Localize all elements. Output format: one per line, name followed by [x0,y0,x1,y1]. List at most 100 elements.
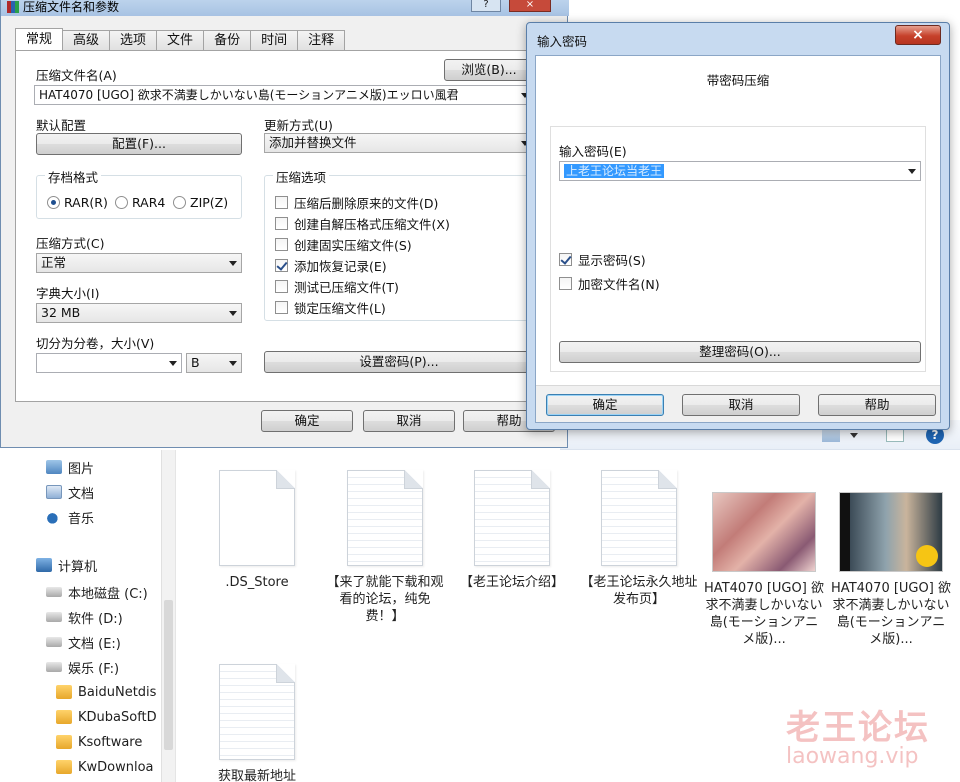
password-dialog-close-button[interactable]: × [895,25,941,45]
checkbox-checked[interactable] [275,258,288,272]
profiles-button[interactable]: 配置(F)... [36,133,242,155]
compression-method-select[interactable]: 正常 [36,253,242,273]
checkbox-unchecked[interactable] [275,300,288,314]
format-rar4-radio[interactable]: RAR4 [115,194,165,210]
file-item[interactable]: 获取最新地址 [197,664,317,782]
lock-archive-checkbox[interactable]: 锁定压缩文件(L) [275,299,386,316]
nav-item-drive-d[interactable]: 软件 (D:) [46,606,123,628]
nav-item-music[interactable]: 音乐 [46,506,94,528]
format-zip-radio[interactable]: ZIP(Z) [173,194,228,210]
preview-pane-icon[interactable] [886,428,904,442]
dictionary-size-select[interactable]: 32 MB [36,303,242,323]
recovery-record-checkbox[interactable]: 添加恢复记录(E) [275,257,387,274]
text-file-icon [347,470,423,566]
chevron-down-icon[interactable] [908,169,916,174]
split-unit-select[interactable]: B [186,353,242,373]
watermark-url: laowang.vip [786,744,919,769]
solid-archive-checkbox[interactable]: 创建固实压缩文件(S) [275,236,412,253]
tab-comment[interactable]: 注释 [297,30,346,50]
radio-selected[interactable] [47,195,60,209]
cancel-button[interactable]: 取消 [363,410,455,432]
text-file-icon [474,470,550,566]
file-item[interactable]: .DS_Store [197,470,317,591]
view-options-icon[interactable] [822,428,840,442]
radio-unselected[interactable] [115,195,128,209]
password-cancel-button[interactable]: 取消 [682,394,800,416]
chevron-down-icon [229,311,237,316]
nav-item-folder[interactable]: BaiduNetdis [56,681,162,703]
titlebar-close-button[interactable]: × [509,0,551,12]
blank-file-icon [219,470,295,566]
checkbox-checked[interactable] [559,252,572,266]
dialog-titlebar[interactable]: 压缩文件名和参数 ? × [1,0,569,16]
file-item[interactable]: HAT4070 [UGO] 欲求不満妻しかいない島(モーションアニメ版)... [704,492,824,648]
tab-advanced[interactable]: 高级 [62,30,111,50]
radio-unselected[interactable] [173,195,186,209]
file-name: 【老王论坛永久地址发布页】 [580,575,698,607]
nav-item-pictures[interactable]: 图片 [46,456,94,478]
file-item[interactable]: HAT4070 [UGO] 欲求不満妻しかいない島(モーションアニメ版)... [831,492,951,648]
checkbox-unchecked[interactable] [275,216,288,230]
file-name: HAT4070 [UGO] 欲求不満妻しかいない島(モーションアニメ版)... [704,581,824,647]
nav-item-folder[interactable]: KDubaSoftD [56,706,162,728]
format-rar-radio[interactable]: RAR(R) [47,194,108,210]
set-password-button[interactable]: 设置密码(P)... [264,351,534,373]
password-panel: 带密码压缩 输入密码(E) 上老王论坛当老王 显示密码(S) 加密文件名(N) … [536,56,940,386]
checkbox-unchecked[interactable] [275,195,288,209]
archive-name-label: 压缩文件名(A) [36,68,117,83]
archive-options-dialog: 压缩文件名和参数 ? × 常规 高级 选项 文件 备份 时间 注释 压缩文件名(… [0,0,569,448]
checkbox-unchecked[interactable] [559,276,572,290]
archive-name-input[interactable]: HAT4070 [UGO] 欲求不満妻しかいない島(モーションアニメ版)エッロい… [34,85,534,105]
image-thumbnail [712,492,816,572]
chevron-down-icon[interactable] [169,361,177,366]
titlebar-help-button[interactable]: ? [471,0,501,12]
file-item[interactable]: 【老王论坛永久地址发布页】 [579,470,699,608]
nav-item-folder[interactable]: KwDownloa [56,756,162,778]
sfx-checkbox[interactable]: 创建自解压格式压缩文件(X) [275,215,450,232]
show-password-checkbox[interactable]: 显示密码(S) [559,251,646,268]
tab-strip: 常规 高级 选项 文件 备份 时间 注释 [15,28,346,50]
nav-item-folder[interactable]: Ksoftware [56,731,162,753]
tab-general[interactable]: 常规 [15,28,64,50]
checkbox-unchecked[interactable] [275,279,288,293]
password-dialog: 输入密码 × 带密码压缩 输入密码(E) 上老王论坛当老王 显示密码(S) 加密… [526,22,950,430]
password-input[interactable]: 上老王论坛当老王 [559,161,921,181]
nav-item-computer[interactable]: 计算机 [36,554,97,576]
tab-options[interactable]: 选项 [109,30,158,50]
archive-format-title: 存档格式 [45,167,102,186]
nav-item-documents[interactable]: 文档 [46,481,94,503]
chevron-down-icon [229,361,237,366]
split-volume-label: 切分为分卷，大小(V) [36,336,155,351]
update-mode-select[interactable]: 添加并替换文件 [264,133,534,153]
nav-item-drive-e[interactable]: 文档 (E:) [46,631,121,653]
tab-backup[interactable]: 备份 [203,30,252,50]
nav-item-drive-c[interactable]: 本地磁盘 (C:) [46,581,148,603]
watermark: 老王论坛 [786,708,930,748]
split-volume-input[interactable] [36,353,182,373]
password-dialog-titlebar[interactable]: 输入密码 × [527,23,949,55]
checkbox-unchecked[interactable] [275,237,288,251]
password-help-button[interactable]: 帮助 [818,394,936,416]
file-item[interactable]: 【老王论坛介绍】 [452,470,572,591]
tab-time[interactable]: 时间 [250,30,299,50]
computer-icon [36,558,52,572]
password-group: 输入密码(E) 上老王论坛当老王 显示密码(S) 加密文件名(N) 整理密码(O… [550,126,926,372]
chevron-down-icon[interactable] [850,433,858,438]
file-name: HAT4070 [UGO] 欲求不満妻しかいない島(モーションアニメ版)... [831,581,951,647]
browse-button[interactable]: 浏览(B)... [444,59,534,81]
nav-scrollbar[interactable] [161,450,175,782]
password-ok-button[interactable]: 确定 [546,394,664,416]
nav-scrollbar-thumb[interactable] [164,600,173,750]
encrypt-filenames-checkbox[interactable]: 加密文件名(N) [559,275,660,292]
tab-files[interactable]: 文件 [156,30,205,50]
password-label: 输入密码(E) [559,144,627,159]
test-files-checkbox[interactable]: 测试已压缩文件(T) [275,278,399,295]
file-name: 【老王论坛介绍】 [459,575,564,590]
general-tab-panel: 压缩文件名(A) 浏览(B)... HAT4070 [UGO] 欲求不満妻しかい… [15,50,561,402]
file-item[interactable]: 【来了就能下载和观看的论坛，纯免费！】 [325,470,445,625]
ok-button[interactable]: 确定 [261,410,353,432]
organize-passwords-button[interactable]: 整理密码(O)... [559,341,921,363]
delete-after-checkbox[interactable]: 压缩后删除原来的文件(D) [275,194,438,211]
picture-icon [46,460,62,474]
nav-item-drive-f[interactable]: 娱乐 (F:) [46,656,119,678]
